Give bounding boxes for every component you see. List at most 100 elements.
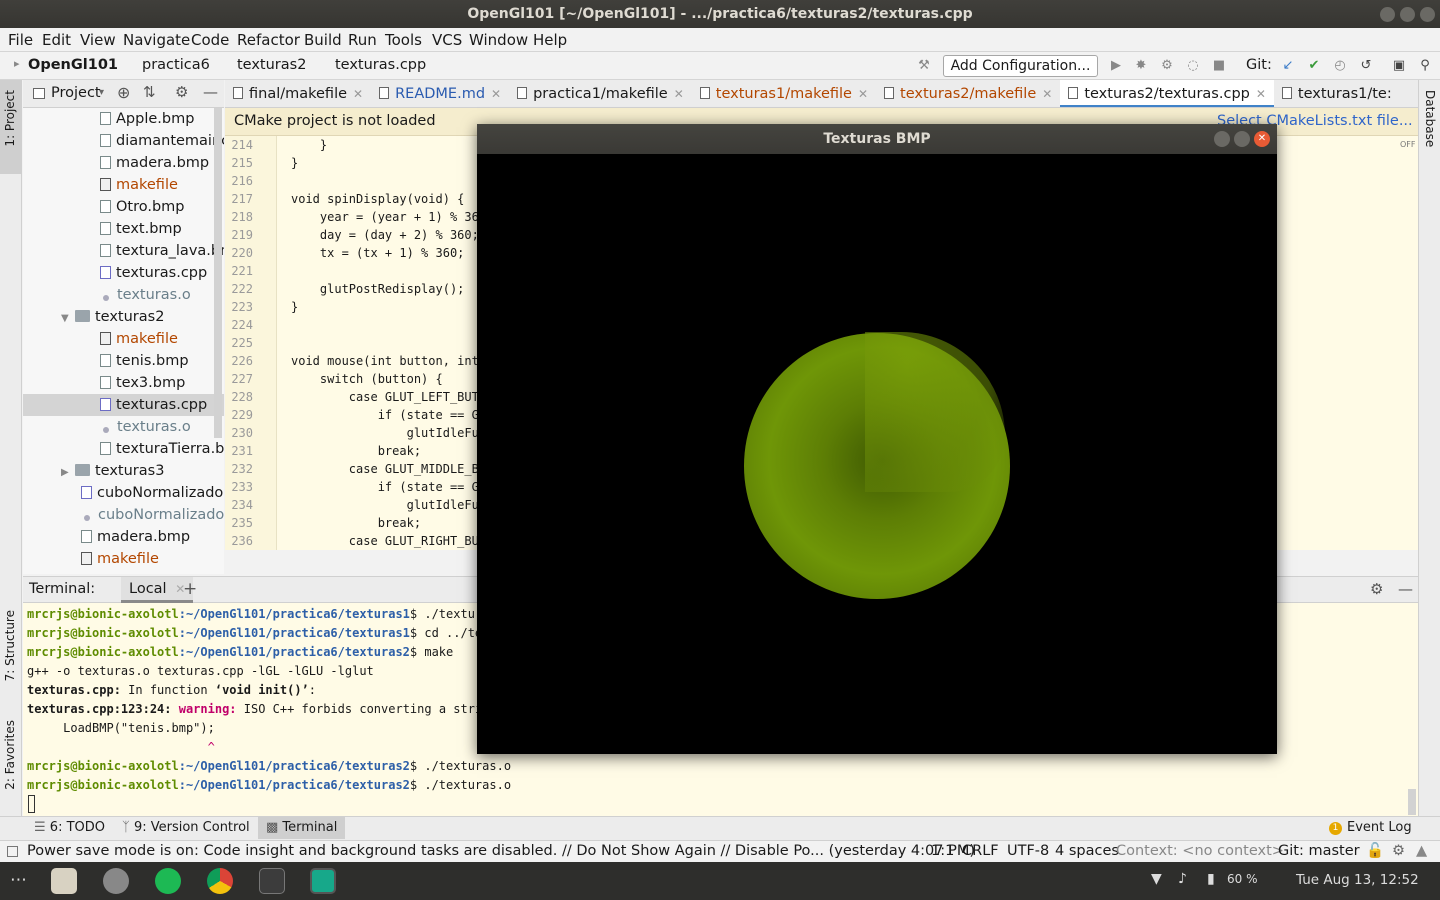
- gl-minimize-icon[interactable]: [1214, 131, 1230, 147]
- menu-navigate[interactable]: Navigate: [119, 29, 194, 51]
- lock-icon[interactable]: 🔓: [1366, 841, 1384, 862]
- debug-icon[interactable]: ✸: [1133, 58, 1149, 74]
- menu-build[interactable]: Build: [300, 29, 346, 51]
- code-line[interactable]: glutIdleFun: [291, 426, 486, 440]
- breadcrumb-file[interactable]: texturas.cpp: [335, 57, 426, 73]
- structure-tool-label[interactable]: 7: Structure: [3, 610, 17, 681]
- battery-percent[interactable]: 60 %: [1227, 872, 1258, 886]
- code-line[interactable]: tx = (tx + 1) % 360;: [291, 246, 465, 260]
- database-tool-label[interactable]: Database: [1423, 90, 1437, 147]
- code-line[interactable]: day = (day + 2) % 360;: [291, 228, 479, 242]
- code-line[interactable]: if (state == GL: [291, 408, 486, 422]
- editor-tab[interactable]: texturas2/makefile ✕: [876, 80, 1060, 107]
- tree-item[interactable]: texturas.cpp: [23, 394, 224, 416]
- tree-item[interactable]: Otro.bmp: [23, 196, 224, 218]
- code-line[interactable]: year = (year + 1) % 360: [291, 210, 486, 224]
- inspector-icon[interactable]: ⚙: [1392, 841, 1405, 862]
- code-line[interactable]: glutPostRedisplay();: [291, 282, 465, 296]
- search-everywhere-icon[interactable]: ⚲: [1417, 58, 1433, 74]
- code-line[interactable]: glutIdleFun: [291, 498, 486, 512]
- menu-refactor[interactable]: Refactor: [233, 29, 304, 51]
- code-line[interactable]: case GLUT_MIDDLE_BU: [291, 462, 486, 476]
- indent-setting[interactable]: 4 spaces: [1055, 841, 1119, 862]
- tree-item[interactable]: ▼ texturas2: [23, 306, 224, 328]
- app-grid-icon[interactable]: ⋯: [10, 870, 27, 890]
- line-separator[interactable]: CRLF: [962, 841, 999, 862]
- editor-tab[interactable]: texturas1/te:: [1274, 80, 1400, 107]
- tree-item[interactable]: text.bmp: [23, 218, 224, 240]
- git-update-icon[interactable]: ↙: [1280, 58, 1296, 74]
- tree-item[interactable]: tenis.bmp: [23, 350, 224, 372]
- project-structure-icon[interactable]: ▣: [1391, 58, 1407, 74]
- breadcrumb-texturas2[interactable]: texturas2: [237, 57, 306, 73]
- menu-edit[interactable]: Edit: [38, 29, 75, 51]
- add-configuration-button[interactable]: Add Configuration...: [943, 55, 1098, 77]
- chevron-right-icon[interactable]: ▶: [61, 462, 75, 482]
- status-toggle-icon[interactable]: [7, 846, 18, 857]
- tree-item[interactable]: texturas.o: [23, 416, 224, 438]
- breadcrumb-practica6[interactable]: practica6: [142, 57, 210, 73]
- terminal-hide-icon[interactable]: —: [1398, 577, 1413, 601]
- tree-scrollbar[interactable]: [214, 108, 222, 438]
- code-line[interactable]: void mouse(int button, int: [291, 354, 479, 368]
- opengl-window-titlebar[interactable]: Texturas BMP ✕: [477, 124, 1277, 154]
- settings-app-icon[interactable]: [103, 868, 129, 894]
- close-tab-icon[interactable]: ✕: [858, 87, 868, 101]
- menu-vcs[interactable]: VCS: [428, 29, 466, 51]
- code-line[interactable]: }: [291, 156, 298, 170]
- project-view-selector[interactable]: Project: [51, 85, 101, 101]
- code-line[interactable]: }: [291, 300, 298, 314]
- build-hammer-icon[interactable]: ⚒: [916, 58, 932, 74]
- close-tab-icon[interactable]: ✕: [1256, 87, 1266, 101]
- menu-tools[interactable]: Tools: [381, 29, 426, 51]
- breadcrumb-project[interactable]: OpenGl101: [28, 57, 118, 73]
- editor-tab[interactable]: practica1/makefile ✕: [509, 80, 692, 107]
- locate-icon[interactable]: ⊕: [117, 83, 130, 102]
- wifi-icon[interactable]: ▼: [1151, 871, 1162, 887]
- file-encoding[interactable]: UTF-8: [1007, 841, 1049, 862]
- code-line[interactable]: case GLUT_LEFT_BUTT: [291, 390, 486, 404]
- close-tab-icon[interactable]: ✕: [1042, 87, 1052, 101]
- menu-help[interactable]: Help: [529, 29, 571, 51]
- tree-item[interactable]: texturaTierra.bmp: [23, 438, 224, 460]
- run-icon[interactable]: ▶: [1108, 58, 1124, 74]
- notifications-icon[interactable]: ▲: [1416, 841, 1427, 862]
- tree-item[interactable]: ▶ texturas3: [23, 460, 224, 482]
- hide-icon[interactable]: —: [203, 83, 218, 101]
- clion-app-icon[interactable]: [310, 868, 336, 894]
- terminal-tool-button[interactable]: ▩ Terminal: [258, 817, 346, 839]
- status-message[interactable]: Power save mode is on: Code insight and …: [27, 841, 975, 862]
- close-tab-icon[interactable]: ✕: [353, 87, 363, 101]
- tree-item[interactable]: diamantemaincra: [23, 130, 224, 152]
- event-log-button[interactable]: Event Log: [1347, 817, 1412, 839]
- git-commit-icon[interactable]: ✔: [1306, 58, 1322, 74]
- git-history-icon[interactable]: ◴: [1332, 58, 1348, 74]
- gl-close-icon[interactable]: ✕: [1254, 131, 1270, 147]
- git-branch[interactable]: Git: master: [1278, 841, 1360, 862]
- terminal-app-icon[interactable]: [259, 868, 285, 894]
- code-line[interactable]: case GLUT_RIGHT_BUT: [291, 534, 486, 548]
- stop-icon[interactable]: ■: [1211, 58, 1227, 74]
- system-clock[interactable]: Tue Aug 13, 12:52: [1296, 872, 1419, 888]
- close-icon[interactable]: [1420, 7, 1435, 22]
- tree-item[interactable]: cuboNormalizado.cpp: [23, 482, 224, 504]
- tree-item[interactable]: tex3.bmp: [23, 372, 224, 394]
- caret-position[interactable]: 1:1: [931, 841, 954, 862]
- new-terminal-plus-icon[interactable]: +: [183, 577, 197, 601]
- terminal-settings-gear-icon[interactable]: ⚙: [1370, 577, 1383, 601]
- menu-window[interactable]: Window: [465, 29, 532, 51]
- gear-icon[interactable]: ⚙: [175, 83, 188, 101]
- editor-tab[interactable]: README.md ✕: [371, 80, 509, 107]
- tree-item[interactable]: cuboNormalizado.o: [23, 504, 224, 526]
- code-line[interactable]: }: [291, 138, 327, 152]
- battery-icon[interactable]: ▮: [1207, 871, 1215, 887]
- code-line[interactable]: switch (button) {: [291, 372, 443, 386]
- editor-tab[interactable]: texturas2/texturas.cpp ✕: [1060, 80, 1274, 107]
- tree-item[interactable]: texturas.cpp: [23, 262, 224, 284]
- project-tool-button[interactable]: 1: Project: [0, 80, 22, 174]
- code-line[interactable]: break;: [291, 516, 421, 530]
- menu-view[interactable]: View: [76, 29, 120, 51]
- editor-tab[interactable]: final/makefile ✕: [225, 80, 371, 107]
- favorites-tool-label[interactable]: 2: Favorites: [3, 720, 17, 790]
- collapse-icon[interactable]: ⇅: [143, 83, 156, 101]
